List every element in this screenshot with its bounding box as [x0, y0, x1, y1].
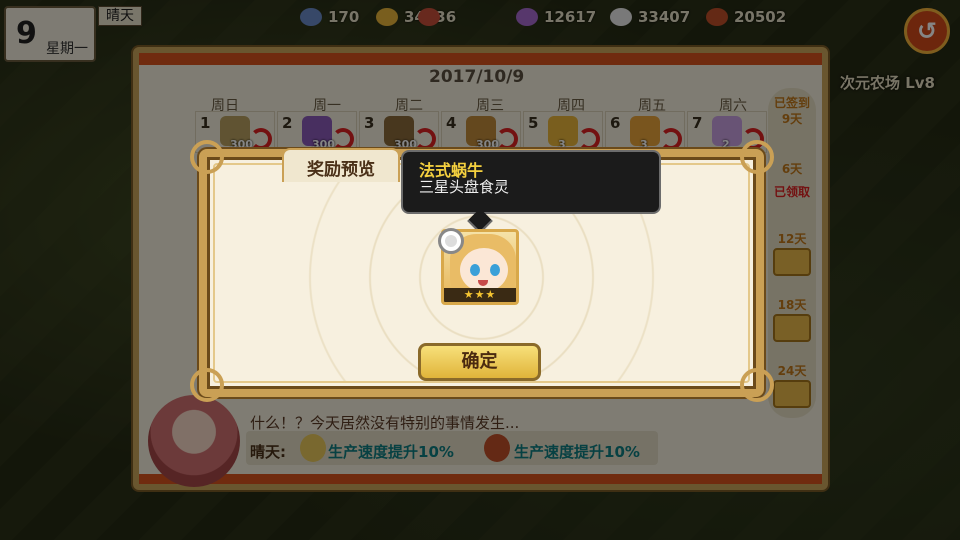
frame-corner-ornament [740, 368, 774, 402]
frame-corner-ornament [190, 368, 224, 402]
tooltip-item-desc: 三星头盘食灵 [419, 178, 510, 196]
star-rating: ★★★ [444, 288, 516, 302]
selected-badge-icon [438, 228, 464, 254]
modal-title-tab: 奖励预览 [282, 148, 400, 182]
character-eye [470, 264, 480, 276]
frame-corner-ornament [740, 140, 774, 174]
character-eye [490, 264, 500, 276]
confirm-button[interactable]: 确定 [418, 343, 541, 381]
modal-title: 奖励预览 [307, 160, 375, 180]
frame-corner-ornament [190, 140, 224, 174]
game-screen: 9 星期一 晴天 170 34436 12617 33407 20502 ↺ 2… [0, 0, 960, 540]
